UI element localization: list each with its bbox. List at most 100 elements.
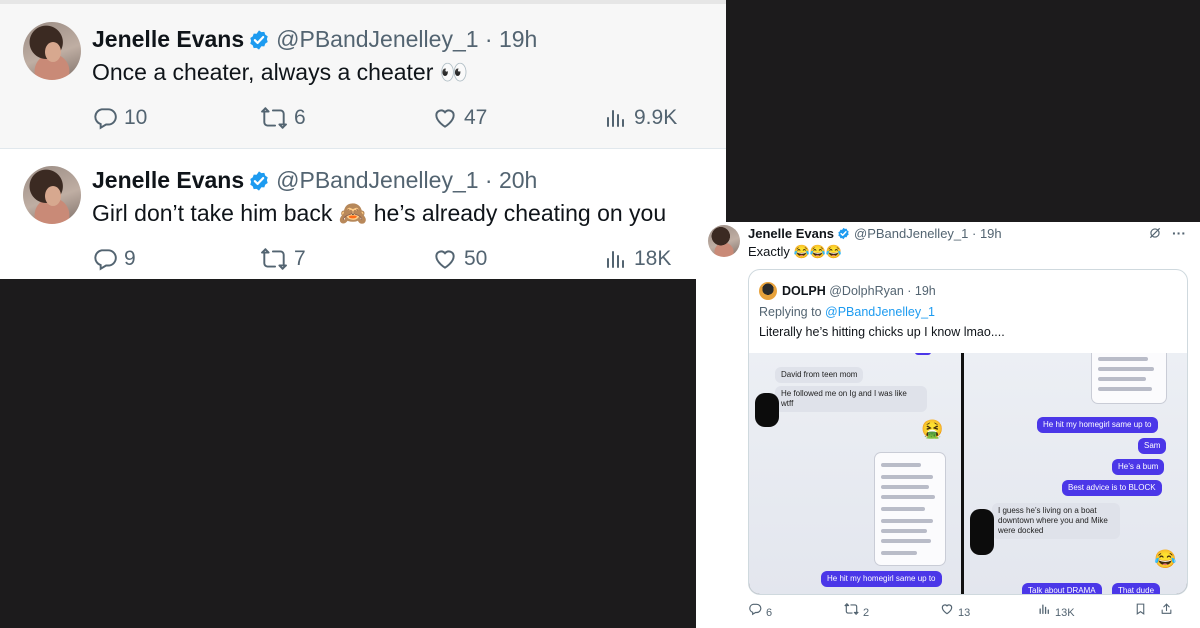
verified-badge-icon [248,29,270,57]
like-icon [432,105,458,131]
tweet-actions: 10 6 47 9.9K [92,104,682,132]
views-icon [604,246,628,272]
reply-button[interactable]: 9 [92,245,136,273]
grok-icon[interactable] [1148,226,1162,243]
like-button[interactable]: 13 [940,602,970,623]
retweet-count: 2 [863,606,870,619]
mini-row [881,495,935,499]
author-name[interactable]: Jenelle Evans [92,167,244,193]
views-count: 9.9K [634,106,678,129]
reply-icon [748,602,762,623]
tweet-card-2[interactable]: Jenelle Evans @PBandJenelley_1 · 20h Girl… [0,148,726,279]
replying-handle-link[interactable]: @PBandJenelley_1 [825,305,935,319]
share-button[interactable] [1160,602,1173,623]
more-icon[interactable]: ··· [1172,226,1186,243]
chat-bubble-fragment [915,353,931,355]
chat-line: He followed me on Ig and I was like [781,389,907,398]
reply-count: 10 [124,106,148,129]
timestamp[interactable]: · 19h [972,226,1002,241]
retweet-button[interactable]: 6 [260,104,306,132]
tweet-top-icons: ··· [1148,226,1186,243]
nauseated-emoji: 🤮 [921,419,944,439]
author-handle[interactable]: @PBandJenelley_1 [854,226,968,241]
chat-line: were docked [998,526,1044,535]
tweet-actions: 6 2 13 13K [748,602,1188,622]
tweet-text: Exactly 😂😂😂 [748,244,843,259]
verified-badge-icon [248,170,270,198]
chat-bubble: Best advice is to BLOCK [1062,480,1162,496]
tweet-actions: 9 7 50 18K [92,245,682,273]
mini-row [881,485,929,489]
timestamp[interactable]: · 19h [485,26,537,52]
chat-bubble: He’s a bum [1112,459,1165,475]
tweet-card-3[interactable]: Jenelle Evans @PBandJenelley_1 · 19h ··· … [696,222,1200,628]
redaction-scribble [970,509,994,555]
share-icon [1160,602,1173,623]
retweet-count: 7 [294,247,306,270]
reply-icon [92,246,118,272]
chat-bubble: He hit my homegirl same up to [821,571,942,587]
retweet-button[interactable]: 7 [260,245,306,273]
mini-row [1098,377,1146,381]
mini-row [881,507,925,511]
author-handle[interactable]: @PBandJenelley_1 [276,26,478,52]
like-count: 50 [464,247,488,270]
quoted-text: Literally he’s hitting chicks up I know … [759,325,1005,339]
nested-screenshot [875,453,945,565]
quoted-avatar[interactable] [759,282,777,300]
tweet-header: Jenelle Evans @PBandJenelley_1 · 20h [92,166,537,198]
mini-row [881,529,927,533]
quoted-header: DOLPH @DolphRyan · 19h [782,282,936,300]
author-handle[interactable]: @PBandJenelley_1 [276,167,478,193]
avatar[interactable] [708,225,740,257]
like-button[interactable]: 47 [432,104,487,132]
bookmark-button[interactable] [1134,602,1147,623]
tweet-card-1[interactable]: Jenelle Evans @PBandJenelley_1 · 19h Once… [0,0,726,148]
chat-screenshot-right: He hit my homegirl same up to Sam He’s a… [964,353,1187,594]
chat-bubble: He followed me on Ig and I was like wtff [775,386,927,412]
quoted-author-name[interactable]: DOLPH [782,284,826,298]
chat-bubble: Sam [1138,438,1167,454]
mini-row [881,551,917,555]
quoted-tweet[interactable]: DOLPH @DolphRyan · 19h Replying to @PBan… [748,269,1188,595]
views-button[interactable]: 18K [604,245,671,273]
views-button[interactable]: 9.9K [604,104,677,132]
mini-row [881,475,933,479]
author-name[interactable]: Jenelle Evans [92,26,244,52]
like-count: 47 [464,106,488,129]
timestamp[interactable]: · 20h [485,167,537,193]
quoted-timestamp[interactable]: · 19h [907,284,936,298]
reply-count: 9 [124,247,136,270]
retweet-button[interactable]: 2 [844,602,869,623]
mini-row [881,539,931,543]
like-icon [432,246,458,272]
reply-button[interactable]: 10 [92,104,147,132]
tweet-text: Girl don’t take him back 🙈 he’s already … [92,200,667,226]
chat-bubble: Talk about DRAMA [1022,583,1102,594]
avatar[interactable] [23,166,81,224]
retweet-icon [260,105,288,131]
author-name[interactable]: Jenelle Evans [748,226,834,241]
chat-bubble: I guess he’s living on a boat downtown wh… [992,503,1120,539]
retweet-icon [260,246,288,272]
reply-button[interactable]: 6 [748,602,772,623]
views-count: 13K [1055,606,1075,619]
views-button[interactable]: 13K [1038,602,1075,623]
tweet-header: Jenelle Evans @PBandJenelley_1 · 19h [92,25,537,57]
like-button[interactable]: 50 [432,245,487,273]
views-count: 18K [634,247,672,270]
avatar[interactable] [23,22,81,80]
nested-screenshot [1092,353,1166,403]
tweet-text: Once a cheater, always a cheater 👀 [92,59,469,85]
redaction-scribble [755,393,779,427]
retweet-count: 6 [294,106,306,129]
chat-bubble: That dude [1112,583,1161,594]
tweet-header: Jenelle Evans @PBandJenelley_1 · 19h [748,225,1002,245]
chat-line: downtown where you and Mike [998,516,1108,525]
reply-count: 6 [766,606,773,619]
chat-screenshot-left: David from teen mom He followed me on Ig… [749,353,961,594]
bookmark-icon [1134,602,1147,623]
quoted-media[interactable]: David from teen mom He followed me on Ig… [749,353,1187,594]
quoted-author-handle[interactable]: @DolphRyan [829,284,904,298]
laughing-emoji: 😂 [1154,549,1177,569]
